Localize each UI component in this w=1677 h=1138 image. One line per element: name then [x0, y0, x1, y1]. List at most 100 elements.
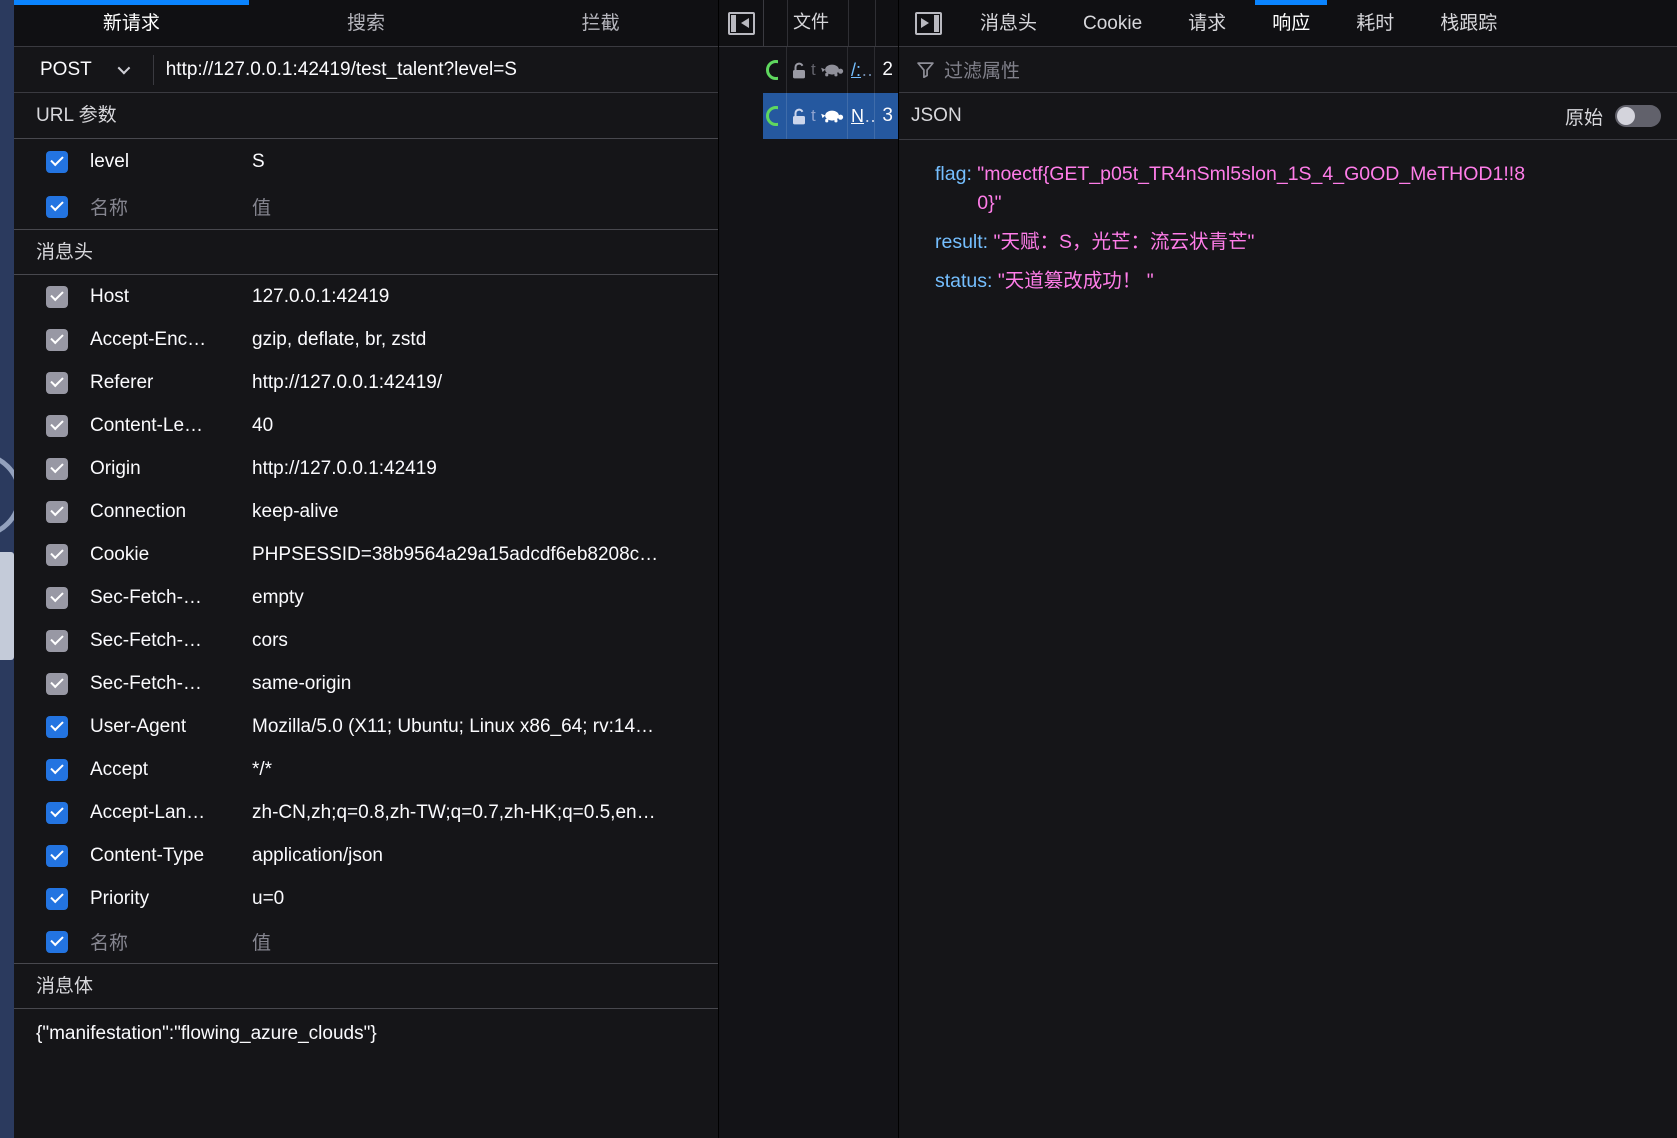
row-value[interactable]: http://127.0.0.1:42419/ — [252, 372, 718, 394]
raw-toggle-switch[interactable] — [1615, 105, 1661, 127]
response-tab[interactable]: 消息头 — [957, 0, 1060, 46]
request-editor-tab[interactable]: 搜索 — [249, 0, 484, 46]
row-name[interactable]: 名称 — [90, 193, 252, 220]
network-column-header[interactable] — [764, 0, 788, 46]
row-name[interactable]: level — [90, 151, 252, 173]
table-row[interactable]: User-Agent Mozilla/5.0 (X11; Ubuntu; Lin… — [14, 705, 718, 748]
table-row[interactable]: Cookie PHPSESSID=38b9564a29a15adcdf6eb82… — [14, 533, 718, 576]
row-checkbox[interactable] — [46, 151, 68, 173]
row-value[interactable]: 值 — [252, 193, 718, 220]
row-value[interactable]: 值 — [252, 928, 718, 955]
row-checkbox[interactable] — [46, 759, 68, 781]
row-checkbox[interactable] — [46, 544, 68, 566]
favicon-letter: t — [811, 60, 816, 80]
row-checkbox[interactable] — [46, 587, 68, 609]
row-name[interactable]: Sec-Fetch-… — [90, 587, 252, 609]
table-row[interactable]: Content-Le… 40 — [14, 404, 718, 447]
row-checkbox[interactable] — [46, 845, 68, 867]
row-checkbox[interactable] — [46, 931, 68, 953]
table-row[interactable]: Sec-Fetch-… cors — [14, 619, 718, 662]
table-row[interactable]: Connection keep-alive — [14, 490, 718, 533]
method-dropdown[interactable]: POST — [14, 59, 153, 81]
row-name[interactable]: Accept-Enc… — [90, 329, 252, 351]
row-name[interactable]: Sec-Fetch-… — [90, 673, 252, 695]
row-value[interactable]: same-origin — [252, 673, 718, 695]
network-column-header[interactable]: 文件 — [788, 0, 849, 46]
row-checkbox[interactable] — [46, 286, 68, 308]
table-row[interactable]: Sec-Fetch-… same-origin — [14, 662, 718, 705]
network-request-row[interactable]: t N… 3 — [763, 93, 899, 139]
row-value[interactable]: cors — [252, 630, 718, 652]
row-value[interactable]: gzip, deflate, br, zstd — [252, 329, 718, 351]
row-name[interactable]: Content-Le… — [90, 415, 252, 437]
url-input[interactable]: http://127.0.0.1:42419/test_talent?level… — [154, 59, 517, 81]
row-value[interactable]: application/json — [252, 845, 718, 867]
row-name[interactable]: Origin — [90, 458, 252, 480]
network-column-headers: 文件 — [763, 0, 899, 46]
row-name[interactable]: Priority — [90, 888, 252, 910]
table-row[interactable]: Accept-Enc… gzip, deflate, br, zstd — [14, 318, 718, 361]
row-name[interactable]: Referer — [90, 372, 252, 394]
response-tab[interactable]: 请求 — [1165, 0, 1249, 46]
row-name[interactable]: Accept-Lan… — [90, 802, 252, 824]
row-value[interactable]: PHPSESSID=38b9564a29a15adcdf6eb8208c… — [252, 544, 718, 566]
row-name[interactable]: Connection — [90, 501, 252, 523]
row-checkbox[interactable] — [46, 716, 68, 738]
row-checkbox[interactable] — [46, 415, 68, 437]
row-value[interactable]: 40 — [252, 415, 718, 437]
headers-list: Host 127.0.0.1:42419 Accept-Enc… gzip, d… — [14, 275, 718, 963]
collapse-panel-button[interactable] — [719, 0, 763, 46]
row-checkbox[interactable] — [46, 630, 68, 652]
row-value[interactable]: u=0 — [252, 888, 718, 910]
row-checkbox[interactable] — [46, 888, 68, 910]
row-name[interactable]: User-Agent — [90, 716, 252, 738]
file-link[interactable]: N — [851, 106, 864, 127]
table-row[interactable]: Referer http://127.0.0.1:42419/ — [14, 361, 718, 404]
request-editor-tab[interactable]: 新请求 — [14, 0, 249, 46]
row-name[interactable]: 名称 — [90, 928, 252, 955]
table-row[interactable]: Host 127.0.0.1:42419 — [14, 275, 718, 318]
network-column-header[interactable] — [849, 0, 876, 46]
row-value[interactable]: keep-alive — [252, 501, 718, 523]
row-name[interactable]: Sec-Fetch-… — [90, 630, 252, 652]
table-row[interactable]: Priority u=0 — [14, 877, 718, 920]
row-value[interactable]: S — [252, 151, 718, 173]
response-tab[interactable]: 栈跟踪 — [1417, 0, 1520, 46]
network-column-header[interactable] — [876, 0, 899, 46]
table-row[interactable]: Accept */* — [14, 748, 718, 791]
row-value[interactable]: zh-CN,zh;q=0.8,zh-TW;q=0.7,zh-HK;q=0.5,e… — [252, 802, 718, 824]
row-value[interactable]: Mozilla/5.0 (X11; Ubuntu; Linux x86_64; … — [252, 716, 718, 738]
row-value[interactable]: http://127.0.0.1:42419 — [252, 458, 718, 480]
row-checkbox[interactable] — [46, 673, 68, 695]
table-row[interactable]: 名称 值 — [14, 920, 718, 963]
table-row[interactable]: level S — [14, 139, 718, 184]
filter-properties-input[interactable]: 过滤属性 — [944, 56, 1020, 83]
network-rows: t /:… 2 t — [763, 47, 899, 139]
row-name[interactable]: Content-Type — [90, 845, 252, 867]
row-value[interactable]: 127.0.0.1:42419 — [252, 286, 718, 308]
row-name[interactable]: Host — [90, 286, 252, 308]
pane-toggle-button[interactable] — [899, 0, 957, 46]
row-name[interactable]: Cookie — [90, 544, 252, 566]
row-value[interactable]: empty — [252, 587, 718, 609]
table-row[interactable]: Sec-Fetch-… empty — [14, 576, 718, 619]
row-checkbox[interactable] — [46, 329, 68, 351]
table-row[interactable]: Origin http://127.0.0.1:42419 — [14, 447, 718, 490]
table-row[interactable]: 名称 值 — [14, 184, 718, 229]
request-editor-tab[interactable]: 拦截 — [483, 0, 718, 46]
request-body-input[interactable]: {"manifestation":"flowing_azure_clouds"} — [14, 1009, 718, 1045]
file-link[interactable]: /: — [851, 60, 861, 81]
row-checkbox[interactable] — [46, 501, 68, 523]
row-checkbox[interactable] — [46, 802, 68, 824]
row-checkbox[interactable] — [46, 458, 68, 480]
table-row[interactable]: Content-Type application/json — [14, 834, 718, 877]
response-tab[interactable]: Cookie — [1060, 0, 1165, 46]
row-value[interactable]: */* — [252, 759, 718, 781]
row-checkbox[interactable] — [46, 196, 68, 218]
table-row[interactable]: Accept-Lan… zh-CN,zh;q=0.8,zh-TW;q=0.7,z… — [14, 791, 718, 834]
row-name[interactable]: Accept — [90, 759, 252, 781]
network-request-row[interactable]: t /:… 2 — [763, 47, 899, 93]
response-tab[interactable]: 响应 — [1249, 0, 1333, 46]
response-tab[interactable]: 耗时 — [1333, 0, 1417, 46]
row-checkbox[interactable] — [46, 372, 68, 394]
